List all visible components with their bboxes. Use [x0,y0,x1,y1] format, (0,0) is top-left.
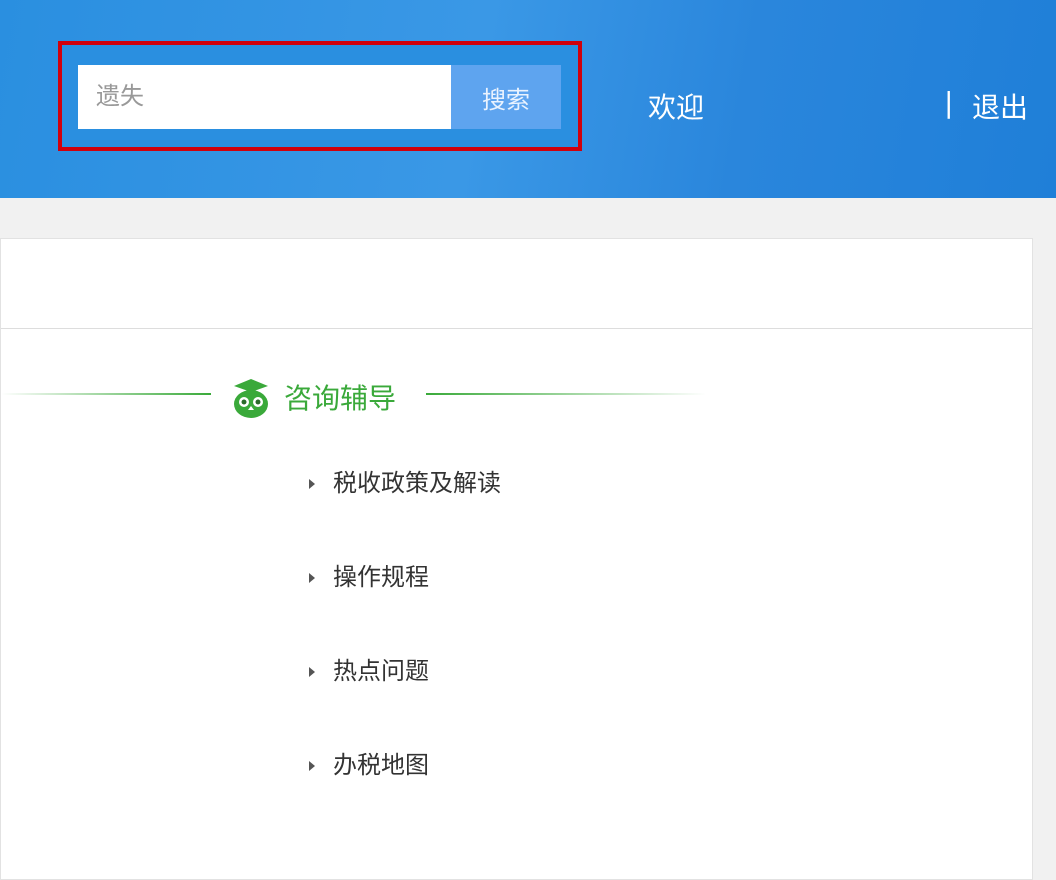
section-title: 咨询辅导 [284,377,396,417]
title-line-right [426,393,706,395]
triangle-right-icon [309,479,315,489]
separator: | [944,86,953,119]
header-banner: 搜索 欢迎 | 退出 [0,0,1056,198]
search-input[interactable] [78,65,451,129]
triangle-right-icon [309,573,315,583]
item-label: 办税地图 [333,751,429,779]
item-label: 操作规程 [333,563,429,591]
item-label: 热点问题 [333,657,429,685]
search-button[interactable]: 搜索 [451,65,561,129]
owl-graduate-icon [230,377,272,419]
item-label: 税收政策及解读 [333,469,501,497]
link-operating-procedures[interactable]: 操作规程 [309,557,429,592]
divider [1,328,1032,329]
link-tax-policy[interactable]: 税收政策及解读 [309,463,501,498]
logout-link[interactable]: 退出 [972,86,1028,126]
triangle-right-icon [309,667,315,677]
title-line-left [1,393,211,395]
content-panel: 咨询辅导 税收政策及解读 操作规程 热点问题 办税地图 [0,238,1033,880]
triangle-right-icon [309,761,315,771]
link-hot-issues[interactable]: 热点问题 [309,651,429,686]
welcome-text: 欢迎 [648,86,704,126]
link-tax-map[interactable]: 办税地图 [309,745,429,780]
